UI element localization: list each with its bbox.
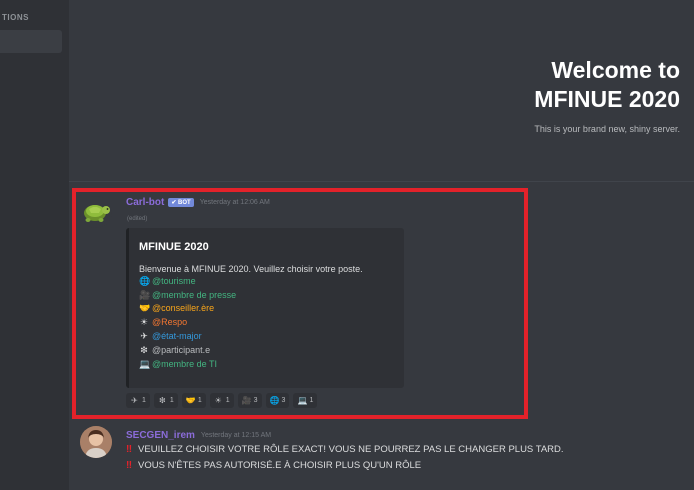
- secgen-message-line2: ‼ VOUS N'ÊTES PAS AUTORISÉ.E À CHOISIR P…: [126, 460, 421, 471]
- user-photo-icon: [80, 426, 112, 458]
- double-exclamation-icon: ‼: [126, 444, 133, 455]
- double-exclamation-icon: ‼: [126, 460, 133, 471]
- secgen-message-header: SECGEN_irem Yesterday at 12:15 AM: [126, 430, 271, 441]
- secgen-username[interactable]: SECGEN_irem: [126, 430, 195, 441]
- secgen-avatar[interactable]: [80, 426, 112, 458]
- welcome-subtitle: This is your brand new, shiny server.: [534, 124, 680, 134]
- channel-sidebar: TIONS: [0, 0, 69, 490]
- welcome-title-line1: Welcome to: [551, 57, 680, 83]
- message-text: VEUILLEZ CHOISIR VOTRE RÔLE EXACT! VOUS …: [138, 444, 564, 455]
- message-divider: [69, 181, 694, 182]
- highlight-annotation-box: [72, 188, 528, 419]
- message-text: VOUS N'ÊTES PAS AUTORISÉ.E À CHOISIR PLU…: [138, 460, 422, 471]
- welcome-banner: Welcome to MFINUE 2020 This is your bran…: [534, 56, 680, 134]
- welcome-title-line2: MFINUE 2020: [534, 86, 680, 112]
- secgen-message-line1: ‼ VEUILLEZ CHOISIR VOTRE RÔLE EXACT! VOU…: [126, 444, 564, 455]
- secgen-timestamp: Yesterday at 12:15 AM: [200, 432, 272, 439]
- sidebar-section-label: TIONS: [2, 13, 29, 22]
- sidebar-channel-item[interactable]: [0, 30, 62, 53]
